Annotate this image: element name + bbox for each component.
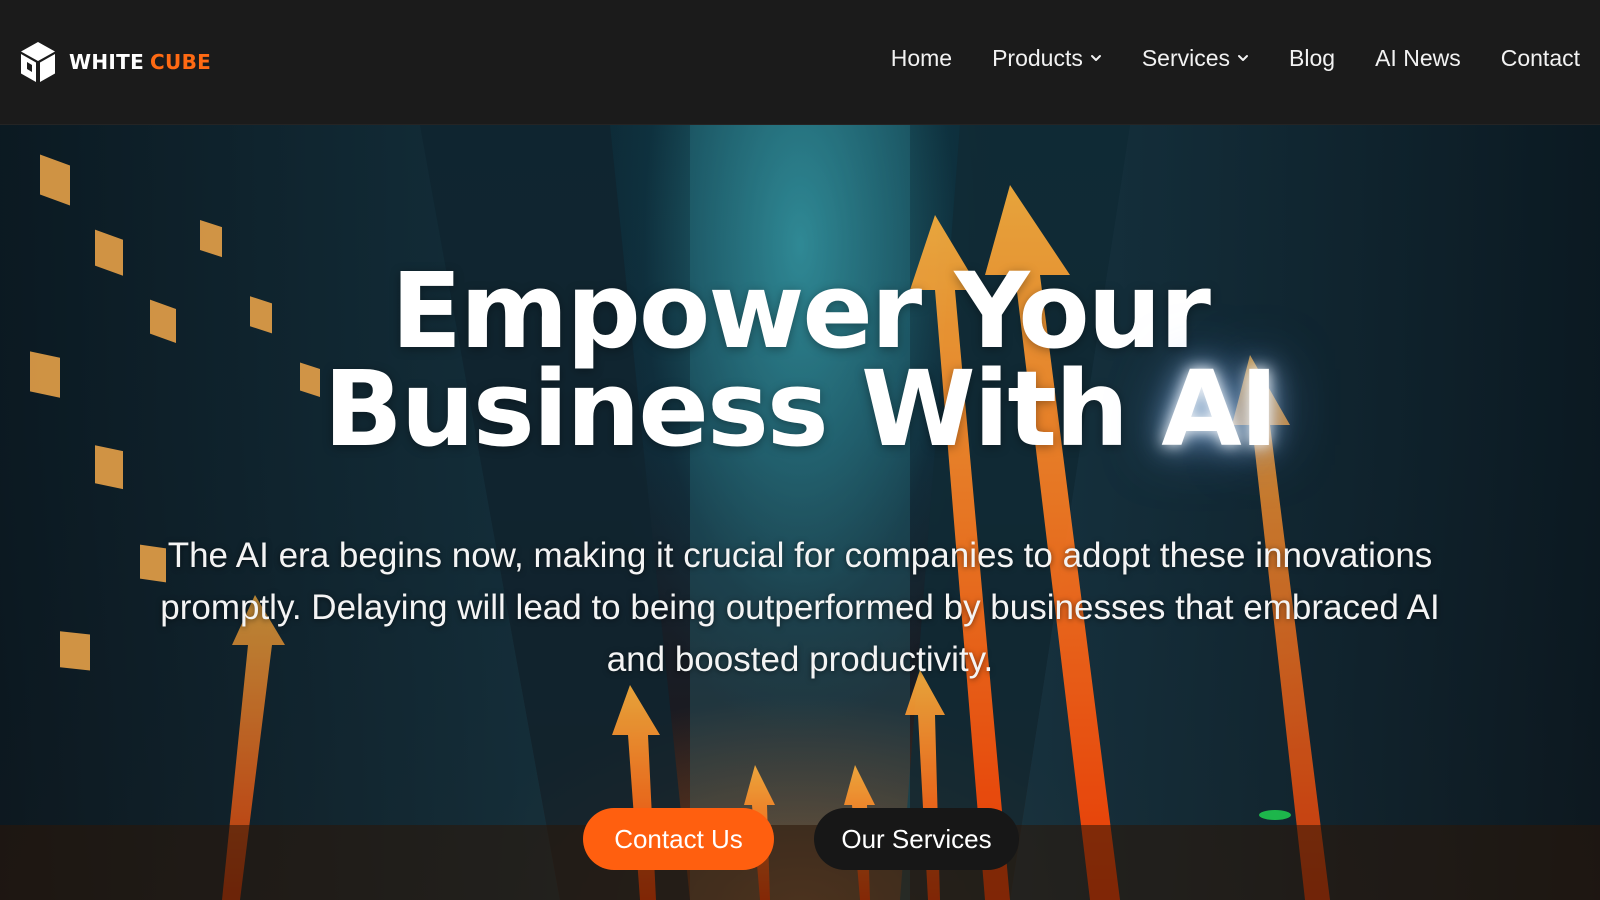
nav-item-contact[interactable]: Contact — [1501, 45, 1580, 72]
our-services-button[interactable]: Our Services — [814, 808, 1019, 870]
cube-icon — [21, 42, 55, 82]
nav-item-services[interactable]: Services — [1142, 45, 1249, 72]
hero-headline-line2: Business With AI — [0, 357, 1600, 461]
city-skyline-illustration — [0, 125, 1600, 900]
nav-item-label: Services — [1141, 44, 1231, 71]
nav-item-products[interactable]: Products — [992, 45, 1102, 72]
hero-headline-text: Business With — [323, 348, 1130, 470]
brand-name-primary: WHITE — [69, 50, 145, 74]
nav-item-home[interactable]: Home — [891, 45, 952, 72]
contact-us-button[interactable]: Contact Us — [583, 808, 774, 870]
brand-logo[interactable]: WHITE CUBE — [19, 41, 211, 83]
nav-item-label: Blog — [1289, 44, 1336, 71]
nav-item-blog[interactable]: Blog — [1289, 45, 1335, 72]
hero-headline-ai-highlight: AI — [1161, 348, 1278, 470]
nav-item-label: Contact — [1500, 44, 1580, 71]
brand-name-accent: CUBE — [150, 50, 212, 74]
nav-item-ai-news[interactable]: AI News — [1375, 45, 1461, 72]
hero-headline-line1: Empower Your — [391, 250, 1211, 372]
chevron-down-icon — [1238, 55, 1249, 61]
nav-item-label: Products — [992, 44, 1083, 71]
main-nav: Home Products Services Blog AI News Cont… — [891, 38, 1580, 78]
chevron-down-icon — [1090, 55, 1101, 61]
hero-subtext: The AI era begins now, making it crucial… — [160, 536, 1440, 679]
brand-name: WHITE CUBE — [69, 50, 211, 74]
hero-background-image — [0, 125, 1600, 900]
nav-item-label: AI News — [1375, 44, 1461, 71]
site-header: WHITE CUBE Home Products Services Blog AI… — [0, 0, 1600, 125]
nav-item-label: Home — [890, 44, 953, 71]
